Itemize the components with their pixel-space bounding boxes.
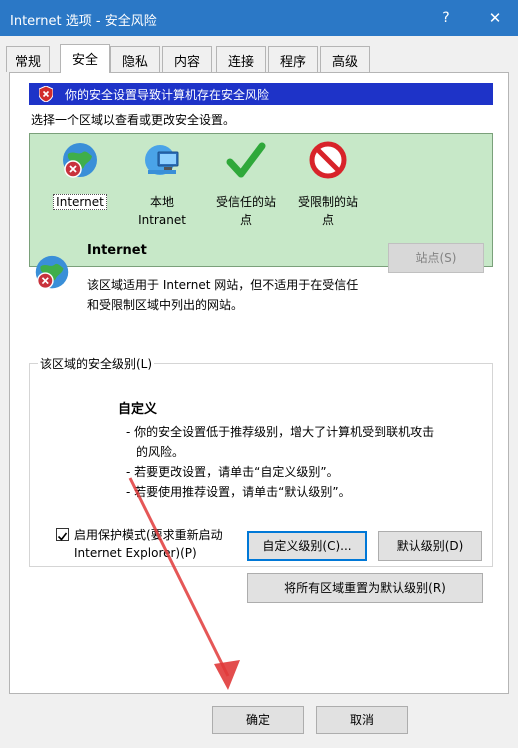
ok-button[interactable]: 确定	[212, 706, 304, 734]
default-level-button[interactable]: 默认级别(D)	[378, 531, 482, 561]
tab-connections[interactable]: 连接	[216, 46, 266, 72]
zone-info-description: 该区域适用于 Internet 网站，但不适用于在受信任 和受限制区域中列出的网…	[87, 275, 387, 315]
protected-mode-label-line-1: 启用保护模式(要求重新启动	[74, 528, 223, 542]
window-title: Internet 选项 - 安全风险	[10, 14, 157, 29]
zone-trusted-sites-label-2: 点	[239, 213, 252, 227]
level-description-line: - 若要使用推荐设置，请单击“默认级别”。	[126, 485, 351, 499]
zone-local-intranet-label-1: 本地	[149, 195, 174, 209]
tab-programs[interactable]: 程序	[268, 46, 318, 72]
protected-mode-checkbox[interactable]	[56, 528, 69, 541]
reset-all-zones-button[interactable]: 将所有区域重置为默认级别(R)	[247, 573, 483, 603]
zone-restricted-sites-label-1: 受限制的站	[297, 195, 358, 209]
zone-local-intranet-label-2: Intranet	[138, 213, 186, 227]
checkmark-icon	[57, 532, 68, 541]
zone-trusted-sites[interactable]: 受信任的站 点	[206, 134, 286, 229]
level-description-line: - 你的安全设置低于推荐级别，增大了计算机受到联机攻击	[126, 425, 435, 439]
red-prohibited-icon	[309, 141, 347, 179]
help-button[interactable]: ?	[432, 0, 460, 36]
zone-info-description-line-2: 和受限制区域中列出的网站。	[87, 298, 244, 312]
zone-prompt: 选择一个区域以查看或更改安全设置。	[31, 113, 236, 127]
tab-privacy[interactable]: 隐私	[110, 46, 160, 72]
security-level-description: - 你的安全设置低于推荐级别，增大了计算机受到联机攻击 的风险。 - 若要更改设…	[126, 422, 482, 502]
zone-restricted-sites-label-2: 点	[321, 213, 334, 227]
security-panel: 你的安全设置导致计算机存在安全风险 选择一个区域以查看或更改安全设置。 Inte…	[9, 72, 509, 694]
protected-mode-label-line-2: Internet Explorer)(P)	[74, 546, 197, 560]
security-warning-bar: 你的安全设置导致计算机存在安全风险	[29, 83, 493, 105]
zone-info-title: Internet	[87, 243, 147, 258]
green-check-icon	[226, 142, 266, 178]
zone-restricted-sites[interactable]: 受限制的站 点	[288, 134, 368, 229]
zone-local-intranet[interactable]: 本地 Intranet	[122, 134, 202, 229]
zone-internet[interactable]: Internet	[40, 134, 120, 211]
tab-advanced[interactable]: 高级	[320, 46, 370, 72]
security-level-name: 自定义	[118, 402, 158, 417]
security-warning-text: 你的安全设置导致计算机存在安全风险	[65, 88, 270, 102]
tab-security[interactable]: 安全	[60, 44, 110, 73]
tab-content[interactable]: 内容	[162, 46, 212, 72]
title-bar: Internet 选项 - 安全风险 ? ✕	[0, 0, 518, 36]
computer-network-icon	[145, 145, 179, 175]
sites-button[interactable]: 站点(S)	[388, 243, 484, 273]
security-level-group-title: 该区域的安全级别(L)	[38, 355, 155, 372]
level-description-line: 的风险。	[136, 445, 185, 459]
internet-zone-icon	[35, 255, 69, 290]
tab-general[interactable]: 常规	[6, 46, 50, 72]
level-description-line: - 若要更改设置，请单击“自定义级别”。	[126, 465, 339, 479]
custom-level-button[interactable]: 自定义级别(C)...	[247, 531, 367, 561]
cancel-button[interactable]: 取消	[316, 706, 408, 734]
zone-internet-label: Internet	[53, 194, 107, 210]
zone-info-description-line-1: 该区域适用于 Internet 网站，但不适用于在受信任	[87, 278, 359, 292]
zone-trusted-sites-label-1: 受信任的站	[215, 195, 276, 209]
shield-warning-icon	[39, 86, 53, 102]
globe-warning-icon	[63, 143, 97, 178]
close-button[interactable]: ✕	[478, 0, 512, 36]
protected-mode-label: 启用保护模式(要求重新启动 Internet Explorer)(P)	[74, 526, 270, 562]
